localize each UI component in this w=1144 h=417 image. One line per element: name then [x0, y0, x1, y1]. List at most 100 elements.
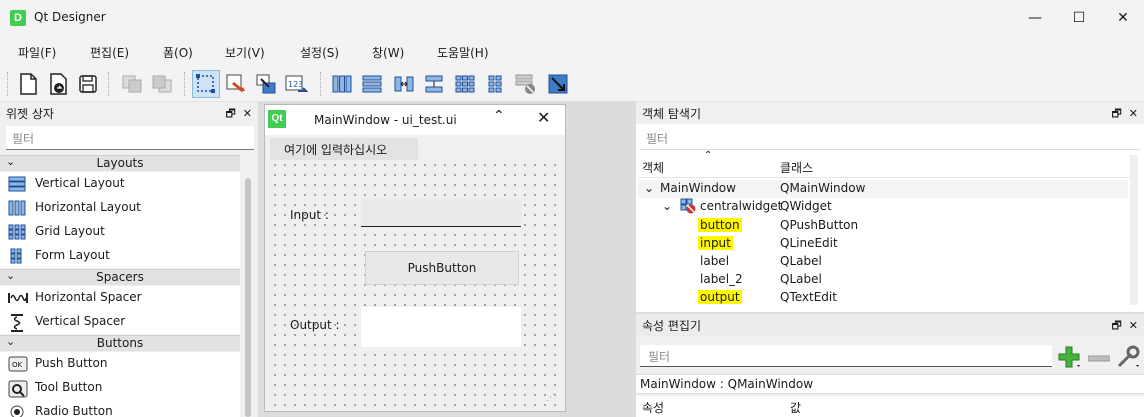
property-filter-input[interactable]: 필터: [640, 345, 1052, 367]
widget-tool-button[interactable]: Tool Button: [0, 376, 240, 400]
add-dynamic-property-icon[interactable]: [1057, 345, 1083, 372]
push-button[interactable]: PushButton: [365, 251, 519, 285]
float-icon[interactable]: 🗗: [1111, 319, 1121, 332]
object-inspector-header: 객체 탐색기 🗗 ✕: [636, 102, 1144, 124]
tree-row-mainwindow[interactable]: ⌄ MainWindow QMainWindow: [638, 180, 1128, 198]
vertical-spacer-icon: [8, 314, 26, 332]
selected-object-line: MainWindow : QMainWindow: [636, 374, 1144, 394]
close-icon[interactable]: ✕: [1129, 107, 1138, 120]
column-object[interactable]: 객체: [642, 159, 664, 176]
lay-out-horizontally-icon[interactable]: [328, 70, 356, 98]
form-menu-placeholder[interactable]: 여기에 입력하십시오: [270, 138, 418, 160]
panel-controls: 🗗 ✕: [225, 105, 252, 124]
category-spacers[interactable]: ⌄ Spacers: [0, 269, 240, 285]
vertical-splitter-icon[interactable]: [420, 70, 448, 98]
tree-row-label-2[interactable]: label_2 QLabel: [638, 271, 1128, 289]
category-label: Spacers: [96, 270, 144, 284]
tool-button-icon: [8, 380, 28, 398]
form-close-icon[interactable]: ✕: [537, 108, 550, 127]
expand-chevron-icon[interactable]: ⌄: [662, 199, 672, 213]
menu-view[interactable]: 보기(V): [225, 44, 265, 61]
toolbar-grip: [7, 72, 9, 96]
save-icon[interactable]: [74, 70, 102, 98]
title-bar: [0, 0, 1144, 36]
column-class[interactable]: 클래스: [780, 159, 813, 176]
widget-form-layout[interactable]: Form Layout: [0, 244, 240, 268]
widget-box-title: 위젯 상자: [6, 107, 54, 121]
category-buttons[interactable]: ⌄ Buttons: [0, 335, 240, 351]
panel-controls: 🗗 ✕: [1111, 105, 1138, 124]
widget-label: Horizontal Layout: [35, 200, 141, 214]
input-line-edit[interactable]: [361, 199, 521, 227]
resize-grip[interactable]: ⋰: [546, 393, 555, 403]
remove-property-icon[interactable]: [1087, 352, 1111, 366]
widget-filter-input[interactable]: 필터: [6, 126, 254, 150]
horizontal-splitter-icon[interactable]: [390, 70, 418, 98]
object-name: centralwidget: [700, 199, 783, 213]
qt-designer-icon: D: [10, 10, 26, 26]
widget-grid-layout[interactable]: Grid Layout: [0, 220, 240, 244]
scrollbar-thumb[interactable]: [245, 178, 251, 417]
new-file-icon[interactable]: [14, 70, 42, 98]
chevron-up-icon[interactable]: ⌃: [493, 108, 505, 124]
configure-wrench-icon[interactable]: [1116, 345, 1142, 372]
float-icon[interactable]: 🗗: [225, 107, 235, 120]
lay-out-vertically-icon[interactable]: [358, 70, 386, 98]
tree-row-label[interactable]: label QLabel: [638, 253, 1128, 271]
output-text-edit[interactable]: [361, 307, 521, 347]
minimize-button[interactable]: —: [1010, 0, 1060, 36]
tree-row-centralwidget[interactable]: ⌄ centralwidget QWidget: [638, 198, 1128, 216]
menu-form[interactable]: 폼(O): [163, 44, 193, 61]
category-layouts[interactable]: ⌄ Layouts: [0, 155, 240, 171]
close-button[interactable]: ✕: [1098, 0, 1144, 36]
close-icon[interactable]: ✕: [1129, 319, 1138, 332]
object-inspector-title: 객체 탐색기: [642, 107, 702, 121]
edit-tab-order-icon[interactable]: 123: [282, 70, 310, 98]
tree-row-input[interactable]: input QLineEdit: [638, 235, 1128, 253]
toolbar-separator: [108, 72, 110, 96]
edit-buddies-icon[interactable]: [252, 70, 280, 98]
object-tree-header: 객체 ⌃ 클래스: [638, 150, 1134, 178]
widget-label: Horizontal Spacer: [35, 290, 142, 304]
object-class: QLineEdit: [780, 236, 838, 250]
menu-help[interactable]: 도움말(H): [437, 44, 489, 61]
menu-file[interactable]: 파일(F): [18, 44, 56, 61]
float-icon[interactable]: 🗗: [1111, 107, 1121, 120]
adjust-size-icon[interactable]: [544, 70, 572, 98]
expand-chevron-icon[interactable]: ⌄: [644, 181, 654, 195]
edit-widgets-icon[interactable]: [192, 70, 220, 98]
maximize-button[interactable]: ☐: [1054, 0, 1104, 36]
lay-out-in-form-icon[interactable]: [482, 70, 510, 98]
widget-radio-button[interactable]: Radio Button: [0, 400, 240, 417]
widget-horizontal-spacer[interactable]: Horizontal Spacer: [0, 286, 240, 310]
lay-out-in-grid-icon[interactable]: [451, 70, 479, 98]
output-label: Output :: [290, 318, 340, 332]
sort-up-icon: ⌃: [704, 150, 713, 161]
column-property[interactable]: 속성: [642, 399, 664, 416]
widget-horizontal-layout[interactable]: Horizontal Layout: [0, 196, 240, 220]
close-icon[interactable]: ✕: [243, 107, 252, 120]
object-filter-input[interactable]: 필터: [640, 126, 1140, 150]
menu-window[interactable]: 창(W): [372, 44, 404, 61]
widget-vertical-layout[interactable]: Vertical Layout: [0, 172, 240, 196]
column-value[interactable]: 값: [790, 399, 801, 416]
open-file-icon[interactable]: [44, 70, 72, 98]
property-editor-title: 속성 편집기: [642, 319, 702, 333]
widget-label: Tool Button: [35, 380, 103, 394]
object-class: QMainWindow: [780, 181, 866, 195]
send-to-back-icon[interactable]: [118, 70, 146, 98]
bring-to-front-icon[interactable]: [148, 70, 176, 98]
widget-vertical-spacer[interactable]: Vertical Spacer: [0, 310, 240, 334]
menu-edit[interactable]: 편집(E): [90, 44, 129, 61]
break-layout-icon[interactable]: [512, 70, 540, 98]
tree-row-button[interactable]: button QPushButton: [638, 217, 1128, 235]
category-label: Layouts: [96, 156, 144, 170]
widget-label: Push Button: [35, 356, 108, 370]
menu-settings[interactable]: 설정(S): [300, 44, 339, 61]
object-class: QWidget: [780, 199, 832, 213]
tree-row-output[interactable]: output QTextEdit: [638, 289, 1128, 307]
edit-signals-slots-icon[interactable]: [222, 70, 250, 98]
toolbar-separator: [320, 72, 322, 96]
object-tree-scrollbar[interactable]: [1130, 155, 1138, 305]
widget-push-button[interactable]: OK Push Button: [0, 352, 240, 376]
